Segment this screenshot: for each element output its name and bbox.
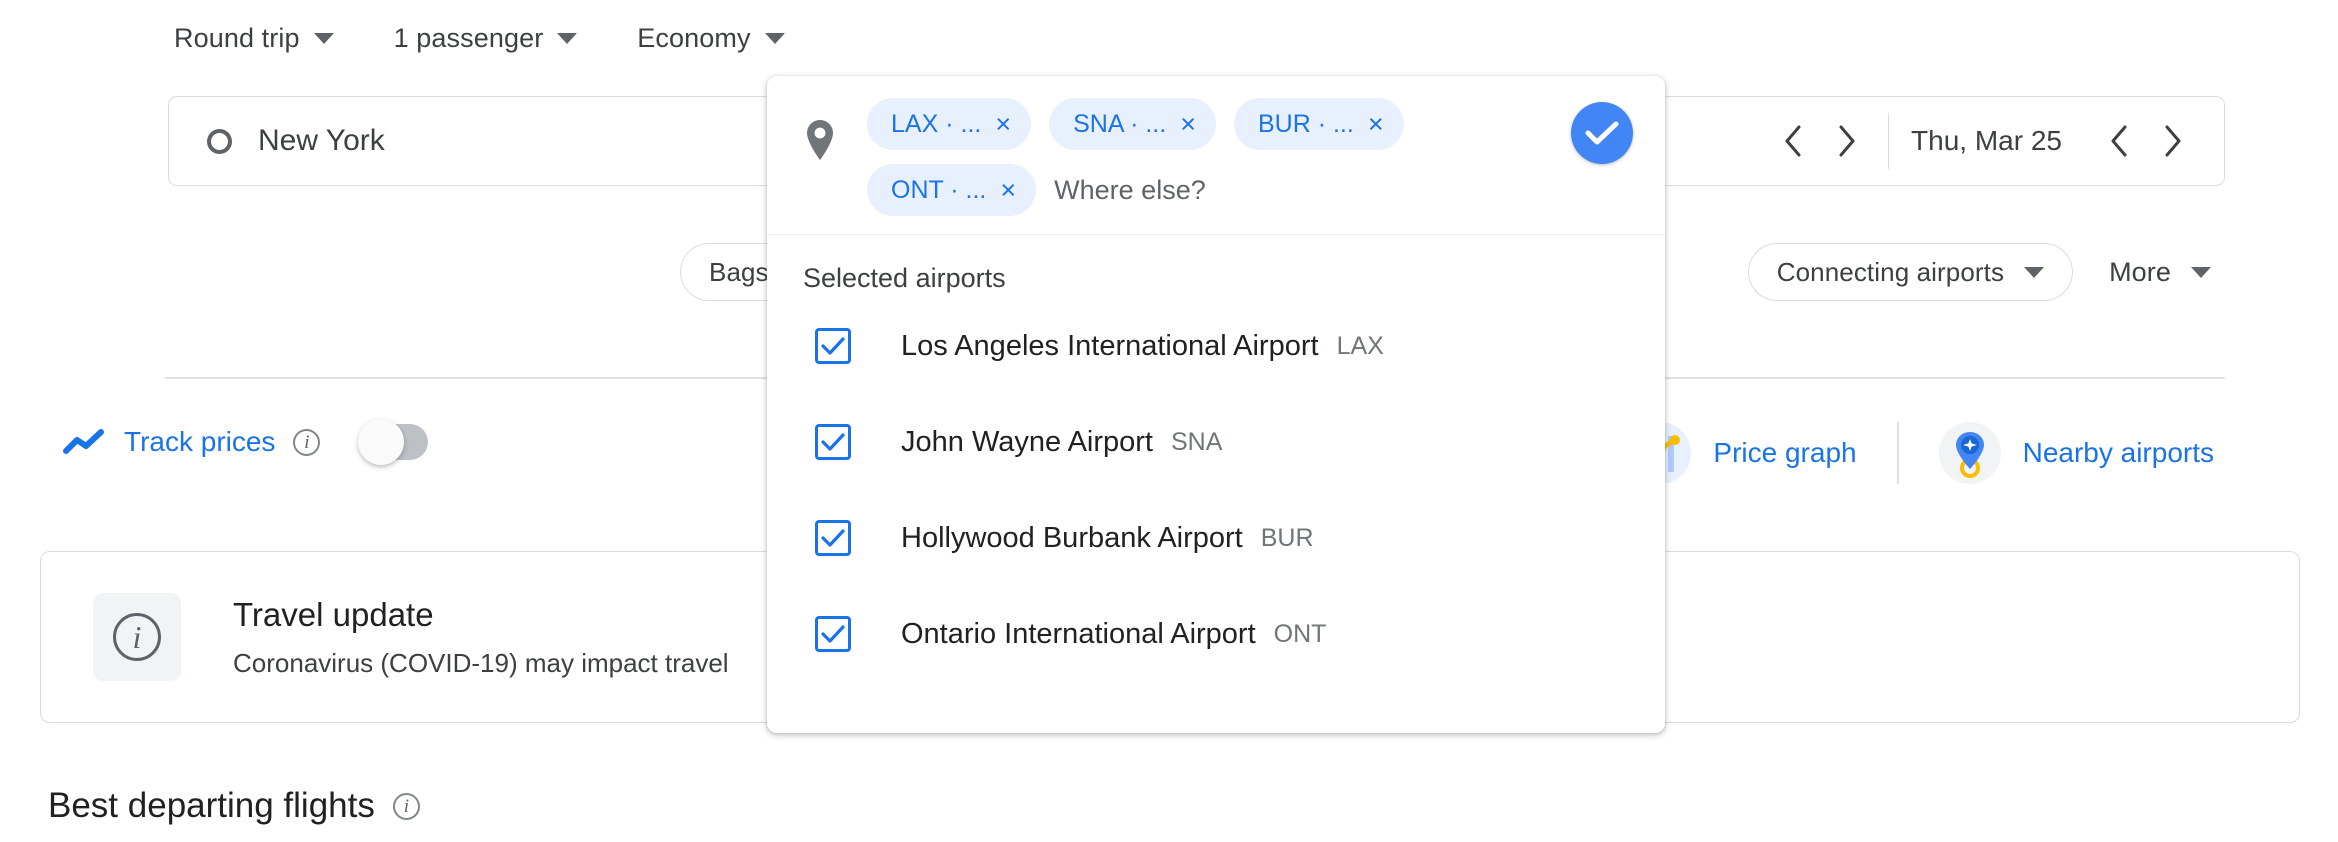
track-prices-label[interactable]: Track prices	[124, 426, 275, 458]
location-pin-icon	[803, 118, 837, 167]
selected-airport-chips: LAX · ... × SNA · ... × BUR · ... × ONT …	[867, 98, 1503, 216]
cabin-class-dropdown[interactable]: Economy	[631, 21, 790, 56]
track-prices-toggle[interactable]	[358, 419, 429, 465]
nearby-airports-link[interactable]: Nearby airports	[1925, 416, 2228, 490]
trip-options-row: Round trip 1 passenger Economy	[168, 14, 839, 62]
chip-label: BUR · ...	[1257, 109, 1354, 138]
departure-date-label[interactable]: Thu, Mar 25	[1911, 125, 2062, 157]
track-prices-row: Track prices i	[62, 419, 429, 465]
airport-checkbox[interactable]	[815, 616, 851, 652]
next-day-button[interactable]	[2146, 114, 2200, 168]
cabin-class-label: Economy	[637, 22, 751, 53]
airport-checkbox[interactable]	[815, 520, 851, 556]
airport-code: LAX	[1336, 331, 1384, 360]
check-icon	[821, 337, 845, 355]
airport-selection-popup: LAX · ... × SNA · ... × BUR · ... × ONT …	[767, 76, 1665, 733]
chevron-down-icon	[313, 32, 334, 44]
passengers-dropdown[interactable]: 1 passenger	[388, 21, 584, 56]
airport-checkbox[interactable]	[815, 328, 851, 364]
prev-day-button[interactable]	[2092, 114, 2146, 168]
round-trip-label: Round trip	[174, 22, 300, 53]
chevron-down-icon	[764, 32, 785, 44]
info-icon[interactable]: i	[392, 792, 420, 820]
more-filters[interactable]: More	[2095, 243, 2225, 301]
airport-name: Ontario International Airport	[901, 617, 1256, 650]
check-icon	[821, 625, 845, 643]
info-icon: i	[93, 593, 181, 681]
airport-name: John Wayne Airport	[901, 425, 1153, 458]
prev-range-button[interactable]	[1766, 114, 1820, 168]
airport-list-item[interactable]: Los Angeles International Airport LAX	[767, 298, 1665, 394]
airport-chip-ont[interactable]: ONT · ... ×	[867, 164, 1037, 216]
close-icon[interactable]: ×	[1000, 176, 1016, 204]
more-label: More	[2109, 256, 2171, 287]
airport-code: BUR	[1260, 523, 1314, 552]
toggle-knob	[358, 419, 405, 465]
chevron-down-icon	[2024, 266, 2045, 278]
airport-chip-lax[interactable]: LAX · ... ×	[867, 98, 1032, 150]
travel-update-title: Travel update	[233, 595, 434, 633]
chevron-down-icon	[557, 32, 578, 44]
close-icon[interactable]: ×	[995, 110, 1011, 138]
quick-links-divider	[1896, 422, 1899, 484]
airport-list-item[interactable]: John Wayne Airport SNA	[767, 394, 1665, 490]
airport-code: SNA	[1171, 427, 1223, 456]
airport-name: Hollywood Burbank Airport	[901, 521, 1243, 554]
selected-airports-heading: Selected airports	[803, 263, 1006, 293]
confirm-airports-button[interactable]	[1571, 102, 1633, 164]
popup-airport-list: Selected airports Los Angeles Internatio…	[767, 235, 1665, 682]
quick-links-row: Price graph Nearby airports	[1615, 416, 2228, 490]
close-icon[interactable]: ×	[1180, 110, 1196, 138]
airport-chip-sna[interactable]: SNA · ... ×	[1049, 98, 1216, 150]
round-trip-dropdown[interactable]: Round trip	[168, 21, 340, 56]
chip-label: SNA · ...	[1073, 109, 1167, 138]
date-divider	[1888, 113, 1890, 169]
chevron-right-icon	[2165, 125, 2181, 157]
date-navigation: Thu, Mar 25	[1766, 97, 2224, 185]
nearby-airports-label: Nearby airports	[2022, 437, 2214, 468]
airport-code: ONT	[1273, 619, 1327, 648]
travel-update-description: Coronavirus (COVID-19) may impact travel	[233, 647, 729, 678]
chevron-left-icon	[2111, 125, 2127, 157]
info-icon[interactable]: i	[293, 428, 321, 456]
bags-label: Bags	[709, 257, 769, 287]
chevron-left-icon	[1785, 125, 1801, 157]
chip-label: ONT · ...	[891, 175, 987, 204]
chevron-down-icon	[2191, 266, 2211, 278]
chip-label: LAX · ...	[891, 109, 982, 138]
best-departing-flights-header: Best departing flights i	[48, 786, 420, 826]
info-glyph: i	[113, 613, 161, 661]
page-title: Best departing flights	[48, 786, 375, 825]
connecting-airports-filter[interactable]: Connecting airports	[1747, 243, 2074, 301]
origin-input[interactable]: New York	[169, 97, 867, 185]
check-icon	[821, 529, 845, 547]
flight-search-screen: Round trip 1 passenger Economy New York	[0, 0, 2338, 842]
airport-chip-bur[interactable]: BUR · ... ×	[1233, 98, 1404, 150]
passengers-label: 1 passenger	[393, 22, 544, 53]
check-icon	[1585, 121, 1619, 145]
check-icon	[821, 433, 845, 451]
circle-outline-icon	[207, 128, 232, 154]
airport-list-item[interactable]: Ontario International Airport ONT	[767, 586, 1665, 682]
where-else-input[interactable]	[1054, 168, 1409, 212]
travel-update-text: Travel update Coronavirus (COVID-19) may…	[233, 596, 729, 679]
connecting-airports-label: Connecting airports	[1776, 257, 2005, 287]
airport-list-item[interactable]: Hollywood Burbank Airport BUR	[767, 490, 1665, 586]
airport-checkbox[interactable]	[815, 424, 851, 460]
close-icon[interactable]: ×	[1368, 110, 1384, 138]
nearby-airports-pin-icon	[1938, 422, 2001, 484]
origin-value: New York	[258, 124, 385, 157]
trend-line-icon	[63, 429, 104, 454]
airport-name: Los Angeles International Airport	[901, 329, 1319, 362]
popup-chips-header: LAX · ... × SNA · ... × BUR · ... × ONT …	[767, 76, 1665, 235]
filters-row-right: Connecting airports More	[1747, 243, 2225, 301]
next-range-button[interactable]	[1820, 114, 1874, 168]
price-graph-label: Price graph	[1713, 437, 1857, 468]
chevron-right-icon	[1839, 125, 1855, 157]
